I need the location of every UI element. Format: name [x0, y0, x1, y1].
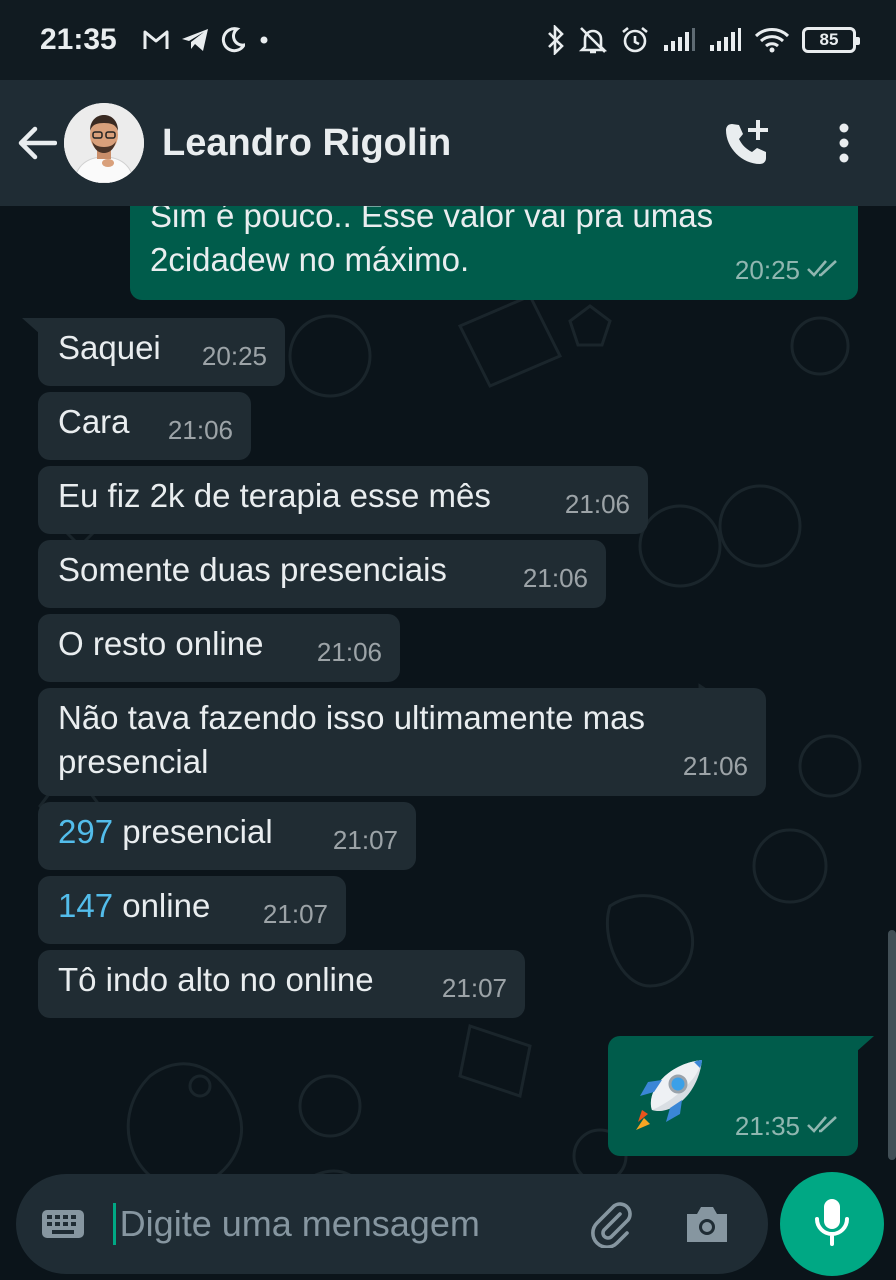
- more-vert-icon[interactable]: [816, 115, 872, 171]
- message-bubble-outgoing[interactable]: 🚀 21:35: [608, 1036, 858, 1156]
- message-bubble-incoming[interactable]: 147 online 21:07: [38, 876, 346, 944]
- status-bar: 21:35 85: [0, 0, 896, 80]
- battery-icon: 85: [802, 27, 860, 53]
- message-composer: [16, 1174, 768, 1274]
- message-bubble-incoming[interactable]: Cara 21:06: [38, 392, 251, 460]
- message-input[interactable]: [112, 1203, 585, 1245]
- add-call-icon[interactable]: [720, 115, 776, 171]
- message-time: 21:07: [441, 973, 507, 1003]
- attach-icon[interactable]: [585, 1196, 640, 1252]
- chat-scrollbar[interactable]: [888, 930, 896, 1160]
- message-time: 21:06: [167, 415, 233, 445]
- message-time: 21:07: [332, 825, 398, 855]
- header-actions: [720, 115, 896, 171]
- message-time: 20:25: [201, 341, 267, 371]
- message-number-link[interactable]: 297: [58, 813, 113, 850]
- telegram-icon: [181, 28, 209, 52]
- message-meta: 21:35: [735, 1104, 840, 1148]
- message-bubble-incoming[interactable]: 297 presencial 21:07: [38, 802, 416, 870]
- message-text: Não tava fazendo isso ultimamente mas pr…: [58, 699, 645, 780]
- signal-icon: [708, 27, 742, 53]
- message-time: 21:35: [734, 1111, 800, 1141]
- message-time: 21:06: [564, 489, 630, 519]
- double-check-read-icon: [806, 248, 840, 292]
- wifi-icon: [754, 26, 790, 54]
- message-number-link[interactable]: 147: [58, 887, 113, 924]
- message-bubble-incoming[interactable]: O resto online 21:06: [38, 614, 400, 682]
- status-time: 21:35: [40, 23, 117, 56]
- message-text: presencial: [113, 813, 273, 850]
- camera-icon[interactable]: [679, 1196, 734, 1252]
- message-text: online: [113, 887, 211, 924]
- message-text: O resto online: [58, 625, 264, 662]
- voice-message-button[interactable]: [780, 1172, 884, 1276]
- message-text: Saquei: [58, 329, 161, 366]
- back-arrow-icon[interactable]: [16, 122, 58, 164]
- message-bubble-incoming[interactable]: Tô indo alto no online 21:07: [38, 950, 525, 1018]
- message-bubble-incoming[interactable]: Saquei 20:25: [38, 318, 285, 386]
- message-bubble-incoming[interactable]: Não tava fazendo isso ultimamente mas pr…: [38, 688, 766, 796]
- moon-icon: [221, 27, 245, 53]
- signal-icon: [662, 27, 696, 53]
- status-bar-right: 85: [546, 25, 860, 55]
- dot-icon: [257, 33, 271, 47]
- whatsapp-chat-screen: 21:35 85 Leandro Rigolin Sim é pouco.. E…: [0, 0, 896, 1280]
- mic-icon: [812, 1197, 852, 1252]
- message-time: 20:25: [734, 255, 800, 285]
- message-time: 21:06: [316, 637, 382, 667]
- message-bubble-incoming[interactable]: Eu fiz 2k de terapia esse mês 21:06: [38, 466, 648, 534]
- message-text: Sim é pouco.. Esse valor vai pra umas 2c…: [150, 206, 714, 278]
- message-text: Cara: [58, 403, 130, 440]
- message-bubble-incoming[interactable]: Somente duas presenciais 21:06: [38, 540, 606, 608]
- gmail-icon: [143, 29, 169, 51]
- message-text: Eu fiz 2k de terapia esse mês: [58, 477, 491, 514]
- double-check-read-icon: [806, 1104, 840, 1148]
- status-bar-left: 21:35: [40, 23, 271, 57]
- keyboard-icon[interactable]: [36, 1196, 91, 1252]
- battery-level: 85: [819, 30, 839, 49]
- contact-name[interactable]: Leandro Rigolin: [162, 122, 451, 165]
- bell-off-icon: [578, 25, 608, 55]
- message-meta: 20:25: [735, 248, 840, 292]
- message-text: Tô indo alto no online: [58, 961, 374, 998]
- message-time: 21:06: [682, 751, 748, 781]
- chat-area[interactable]: Sim é pouco.. Esse valor vai pra umas 2c…: [0, 206, 896, 1280]
- chat-header: Leandro Rigolin: [0, 80, 896, 206]
- message-text: Somente duas presenciais: [58, 551, 447, 588]
- bluetooth-icon: [546, 25, 566, 55]
- alarm-icon: [620, 25, 650, 55]
- avatar[interactable]: [64, 103, 144, 183]
- message-time: 21:06: [522, 563, 588, 593]
- bubble-tail: [856, 1036, 874, 1052]
- message-bubble-outgoing[interactable]: Sim é pouco.. Esse valor vai pra umas 2c…: [130, 206, 858, 300]
- message-time: 21:07: [262, 899, 328, 929]
